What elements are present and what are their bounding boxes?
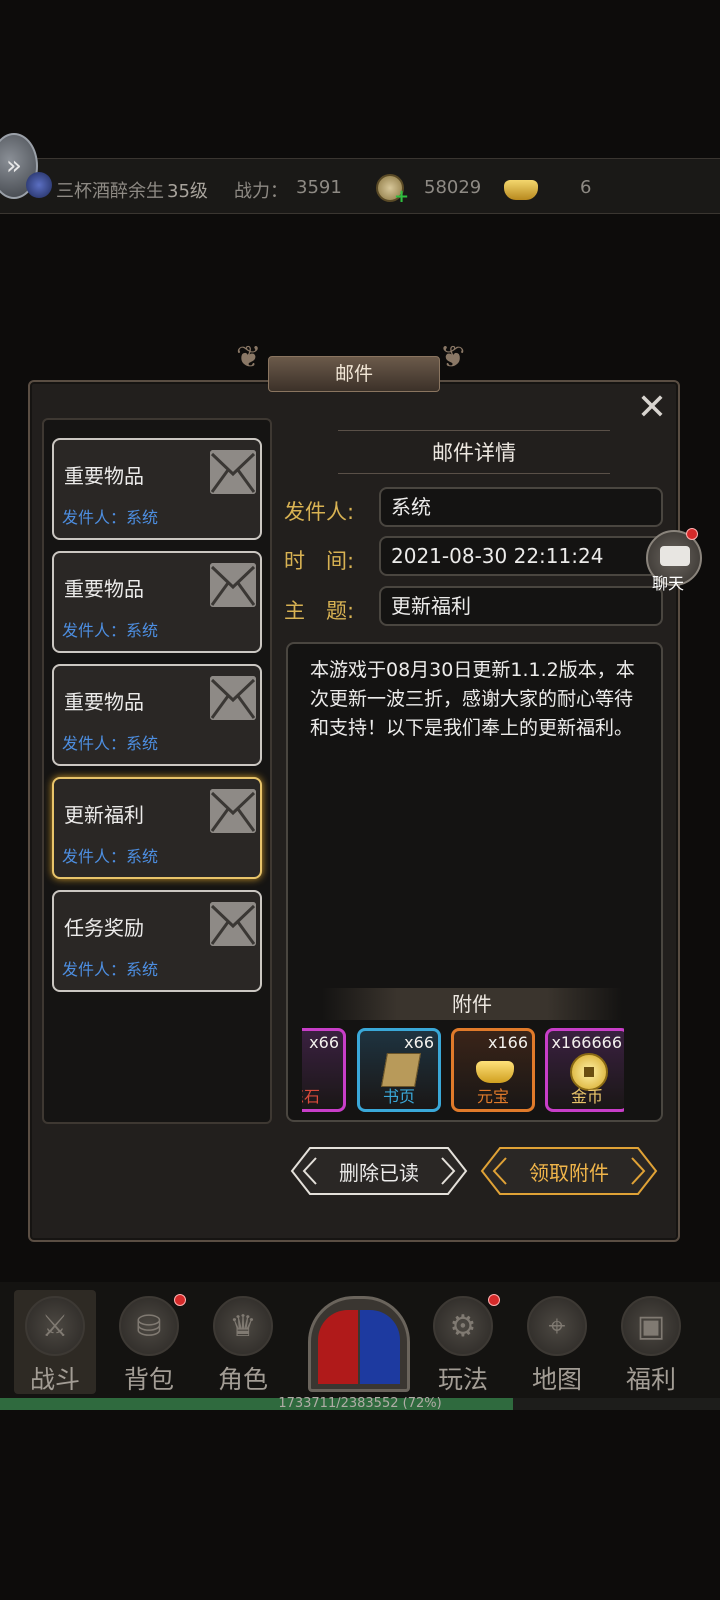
attachment-count: x66 bbox=[309, 1033, 339, 1052]
mail-item-sender: 发件人：系统 bbox=[62, 508, 159, 527]
nav-tab[interactable]: ⌖ 地图 bbox=[514, 1296, 600, 1396]
time-label: 时 间: bbox=[284, 549, 355, 573]
time-field: 2021-08-30 22:11:24 bbox=[379, 536, 663, 576]
nav-tab-label: 玩法 bbox=[437, 1365, 488, 1394]
nav-tab-label: 战斗 bbox=[29, 1365, 80, 1394]
nav-tab[interactable]: ⚙ 玩法 bbox=[420, 1296, 506, 1396]
nav-tab[interactable]: ⚔ 战斗 bbox=[12, 1296, 98, 1396]
mail-item-sender: 发件人：系统 bbox=[62, 734, 159, 753]
attachment-item[interactable]: x66 炼石 bbox=[302, 1028, 346, 1112]
mail-body-text: 本游戏于08月30日更新1.1.2版本，本次更新一波三折，感谢大家的耐心等待和支… bbox=[310, 659, 635, 739]
mail-item-title: 重要物品 bbox=[64, 577, 144, 601]
backpack-icon: ⛁ bbox=[119, 1296, 179, 1356]
attachment-count: x166 bbox=[487, 1033, 528, 1052]
dialog-title: 邮件 bbox=[268, 356, 440, 392]
sender-label: 发件人: bbox=[284, 500, 355, 524]
xp-text: 1733711/2383552 (72%) bbox=[278, 1396, 442, 1411]
title-ornament-right: ❦ bbox=[440, 340, 466, 375]
mail-list-item[interactable]: 重要物品发件人：系统 bbox=[52, 664, 262, 766]
mail-item-title: 重要物品 bbox=[64, 464, 144, 488]
nav-tab-label: 地图 bbox=[531, 1365, 582, 1394]
nav-tab[interactable]: ♛ 角色 bbox=[200, 1296, 286, 1396]
mail-list-item[interactable]: 重要物品发件人：系统 bbox=[52, 438, 262, 540]
chat-label: 聊天 bbox=[652, 574, 685, 593]
delete-read-button[interactable]: 删除已读 bbox=[290, 1146, 468, 1196]
vip-emblem-icon bbox=[26, 172, 52, 198]
subject-label: 主 题: bbox=[284, 599, 355, 623]
title-ornament-left: ❦ bbox=[236, 340, 262, 375]
nav-tab[interactable]: ▣ 福利 bbox=[608, 1296, 694, 1396]
ingot-amount: 6 bbox=[580, 177, 592, 198]
sender-field: 系统 bbox=[379, 487, 663, 527]
claim-attachments-button[interactable]: 领取附件 bbox=[480, 1146, 658, 1196]
claim-attachments-label: 领取附件 bbox=[529, 1160, 609, 1185]
gold-ingot-icon bbox=[504, 180, 538, 200]
subject-field: 更新福利 bbox=[379, 586, 663, 626]
attachment-item[interactable]: x166 元宝 bbox=[451, 1028, 535, 1112]
delete-read-label: 删除已读 bbox=[339, 1160, 419, 1185]
envelope-icon bbox=[210, 676, 256, 720]
crossed-swords-icon: ⚔ bbox=[25, 1296, 85, 1356]
treasure-chest-icon: ▣ bbox=[621, 1296, 681, 1356]
mail-list-item[interactable]: 更新福利发件人：系统 bbox=[52, 777, 262, 879]
detail-heading: 邮件详情 bbox=[338, 430, 610, 474]
envelope-icon bbox=[210, 902, 256, 946]
envelope-icon bbox=[210, 563, 256, 607]
nav-tab-label: 背包 bbox=[123, 1365, 174, 1394]
book-page-icon bbox=[381, 1053, 421, 1087]
character-icon: ♛ bbox=[213, 1296, 273, 1356]
attachment-name: 书页 bbox=[382, 1087, 415, 1106]
mail-item-sender: 发件人：系统 bbox=[62, 960, 159, 979]
attachment-item[interactable]: x66 书页 bbox=[357, 1028, 441, 1112]
nav-tab[interactable]: ⛁ 背包 bbox=[106, 1296, 192, 1396]
gameplay-notification-dot bbox=[488, 1294, 500, 1306]
player-name: 三杯酒醉余生 bbox=[56, 181, 164, 202]
nav-tab-label: 角色 bbox=[217, 1365, 268, 1394]
envelope-icon bbox=[210, 789, 256, 833]
mail-item-title: 任务奖励 bbox=[64, 916, 144, 940]
attachment-name: 元宝 bbox=[476, 1087, 509, 1106]
chat-notification-dot bbox=[686, 528, 698, 540]
gameplay-icon: ⚙ bbox=[433, 1296, 493, 1356]
power-label: 战力： bbox=[234, 181, 288, 202]
attachment-item[interactable]: x166666 金币 bbox=[545, 1028, 624, 1112]
player-level: 35级 bbox=[167, 181, 208, 202]
mail-item-sender: 发件人：系统 bbox=[62, 621, 159, 640]
attachment-name: 炼石 bbox=[302, 1087, 320, 1106]
gold-ingot-icon bbox=[476, 1061, 514, 1083]
mail-item-sender: 发件人：系统 bbox=[62, 847, 159, 866]
map-icon: ⌖ bbox=[527, 1296, 587, 1356]
central-gate-icon[interactable] bbox=[300, 1286, 418, 1396]
attachment-count: x66 bbox=[404, 1033, 434, 1052]
attachment-count: x166666 bbox=[551, 1033, 622, 1052]
mail-list-item[interactable]: 任务奖励发件人：系统 bbox=[52, 890, 262, 992]
close-icon[interactable]: ✕ bbox=[632, 388, 672, 428]
backpack-notification-dot bbox=[174, 1294, 186, 1306]
mail-item-title: 更新福利 bbox=[64, 803, 144, 827]
nav-tab-label: 福利 bbox=[625, 1365, 676, 1394]
envelope-icon bbox=[210, 450, 256, 494]
add-coin-icon[interactable]: + bbox=[394, 186, 409, 207]
attachment-name: 金币 bbox=[570, 1087, 603, 1106]
power-value: 3591 bbox=[296, 177, 342, 198]
coin-amount: 58029 bbox=[424, 177, 482, 198]
chevrons-right-icon: » bbox=[6, 151, 22, 181]
attachments-strip[interactable]: x66 炼石 x66 书页 x166 元宝 x166666 金币 bbox=[302, 1026, 624, 1114]
mail-item-title: 重要物品 bbox=[64, 690, 144, 714]
mail-list-item[interactable]: 重要物品发件人：系统 bbox=[52, 551, 262, 653]
attachments-label: 附件 bbox=[322, 988, 622, 1020]
chat-icon bbox=[660, 546, 690, 566]
